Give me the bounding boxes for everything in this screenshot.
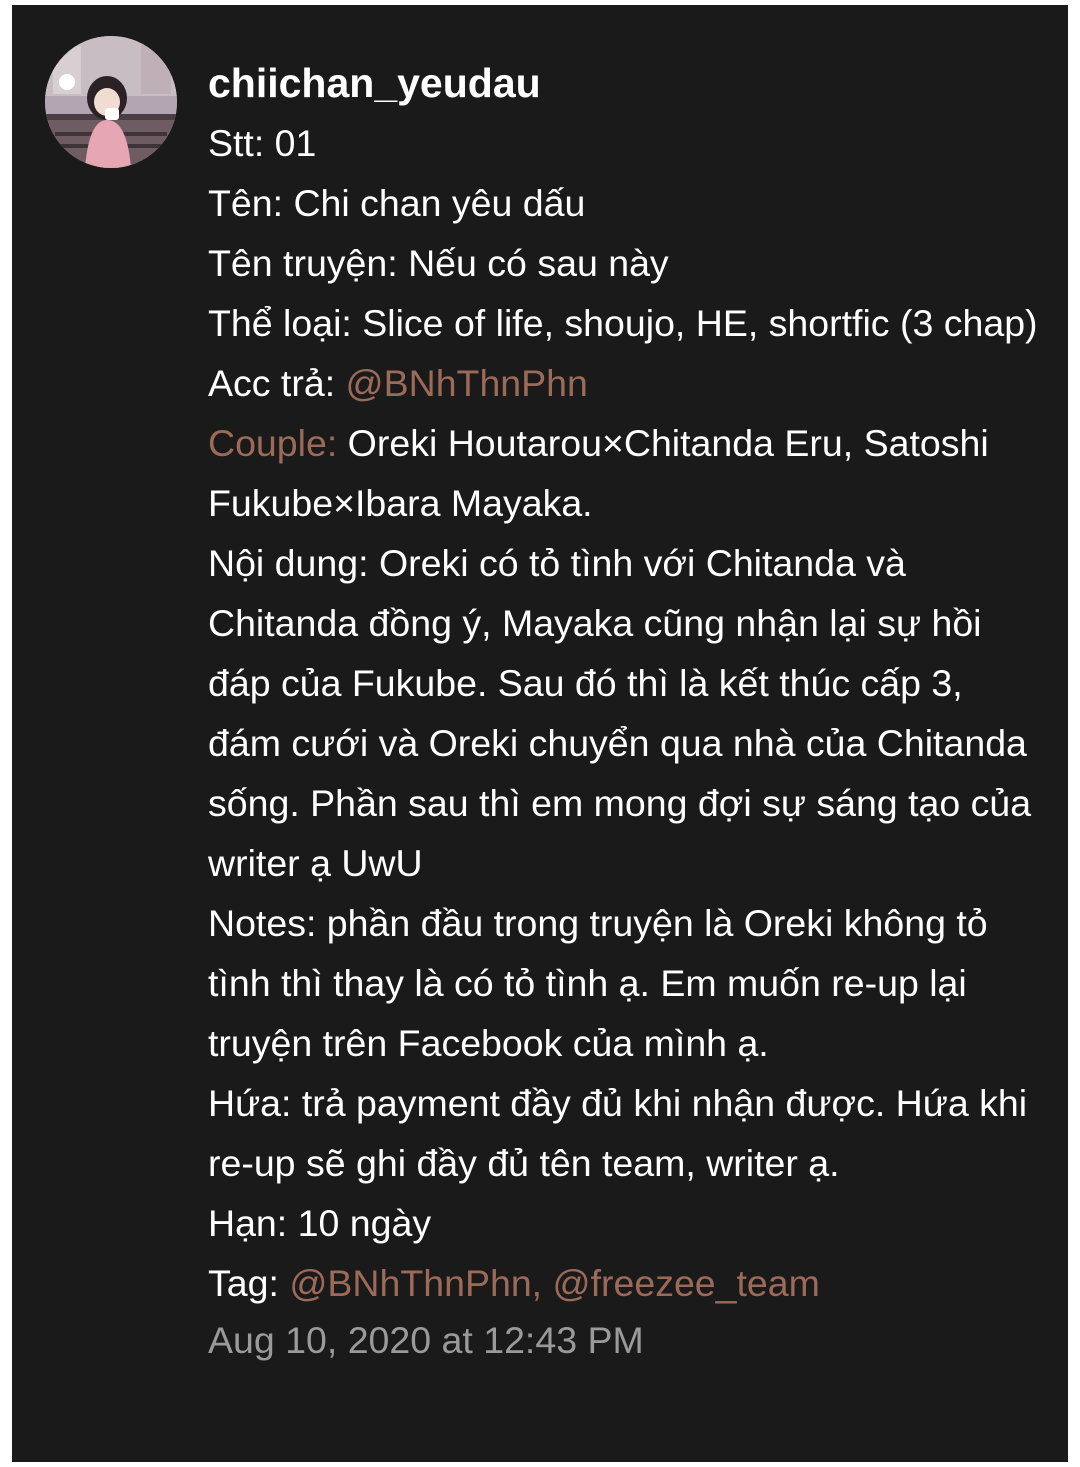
- comment-body: Stt: 01 Tên: Chi chan yêu dấu Tên truyện…: [208, 113, 1038, 1313]
- payment-account-mention[interactable]: @BNhThnPhn: [346, 362, 588, 404]
- notes-line: Notes: phần đầu trong truyện là Oreki kh…: [208, 902, 988, 1064]
- comment-content: chiichan_yeudau Stt: 01 Tên: Chi chan yê…: [208, 53, 1038, 1367]
- tag-line: Tag: @BNhThnPhn, @freezee_team: [208, 1253, 1038, 1313]
- timestamp: Aug 10, 2020 at 12:43 PM: [208, 1319, 644, 1361]
- avatar-image: [45, 36, 177, 168]
- comment-card: chiichan_yeudau Stt: 01 Tên: Chi chan yê…: [12, 5, 1068, 1462]
- genre-line: Thể loại: Slice of life, shoujo, HE, sho…: [208, 302, 1038, 344]
- tag-mentions[interactable]: @BNhThnPhn, @freezee_team: [289, 1262, 820, 1304]
- tag-label: Tag:: [208, 1262, 290, 1304]
- couple-line: Couple: Oreki Houtarou×Chitanda Eru, Sat…: [208, 413, 1038, 533]
- name-line: Tên: Chi chan yêu dấu: [208, 182, 586, 224]
- couple-label: Couple:: [208, 422, 338, 464]
- username[interactable]: chiichan_yeudau: [208, 53, 1038, 113]
- promise-line: Hứa: trả payment đầy đủ khi nhận được. H…: [208, 1082, 1028, 1184]
- avatar[interactable]: [45, 36, 177, 168]
- payment-account-label: Acc trả:: [208, 362, 346, 404]
- stt-line: Stt: 01: [208, 122, 317, 164]
- deadline-line: Hạn: 10 ngày: [208, 1202, 432, 1244]
- payment-account-line: Acc trả: @BNhThnPhn: [208, 353, 1038, 413]
- story-title-line: Tên truyện: Nếu có sau này: [208, 242, 669, 284]
- content-line: Nội dung: Oreki có tỏ tình với Chitanda …: [208, 542, 1032, 884]
